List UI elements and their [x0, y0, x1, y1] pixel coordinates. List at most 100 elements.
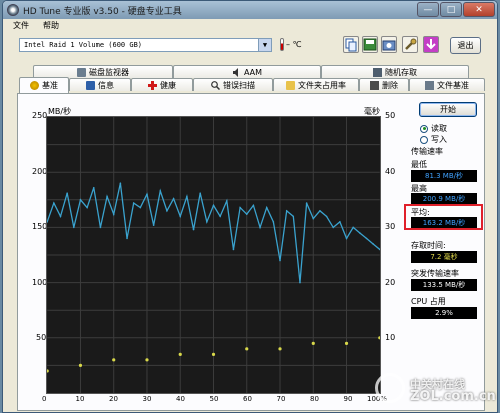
health-cross-icon	[148, 80, 157, 90]
toolbar: Intel Raid 1 Volume (600 GB) ▼ – ℃ 退出	[3, 32, 497, 54]
transfer-rate-point	[272, 221, 275, 223]
thermometer-icon	[280, 38, 284, 51]
exit-button[interactable]: 退出	[450, 37, 481, 54]
drive-select-value: Intel Raid 1 Volume (600 GB)	[24, 41, 143, 49]
avg-highlight-box	[404, 204, 483, 230]
screenshot-button[interactable]	[381, 36, 397, 53]
x-tick: 40	[176, 395, 185, 403]
access-time-point	[112, 358, 116, 362]
copy-button[interactable]	[343, 36, 359, 53]
tab-benchmark[interactable]: 基准	[19, 77, 69, 93]
transfer-rate-point	[319, 210, 321, 212]
tab-aam[interactable]: AAM	[173, 65, 321, 78]
radio-read-dot[interactable]	[420, 124, 428, 133]
speaker-icon	[232, 67, 241, 77]
transfer-rate-point	[279, 259, 281, 262]
tab-health-label: 健康	[160, 80, 176, 90]
transfer-rate-point	[206, 221, 208, 223]
transfer-rate-point	[325, 215, 328, 218]
minimize-button[interactable]: —	[417, 2, 439, 17]
transfer-rate-point	[79, 199, 82, 201]
tab-erase[interactable]: 删除	[359, 78, 409, 91]
menu-bar: 文件 帮助	[3, 19, 497, 32]
copy-icon	[345, 38, 357, 52]
transfer-rate-point	[106, 195, 108, 198]
transfer-rate-point	[59, 215, 62, 218]
window-title: HD Tune 专业版 v3.50 - 硬盘专业工具	[23, 6, 182, 17]
transfer-rate-point	[345, 237, 348, 240]
transfer-rate-point	[152, 224, 155, 227]
transfer-rate-point	[299, 281, 301, 284]
transfer-rate-point	[73, 226, 75, 229]
x-tick: 80	[310, 395, 319, 403]
options-button[interactable]	[402, 36, 418, 53]
tab-info[interactable]: 信息	[69, 78, 131, 91]
chevron-down-icon[interactable]: ▼	[258, 39, 271, 51]
transfer-rate-point	[86, 206, 88, 209]
cpu-usage-label: CPU 占用	[411, 297, 446, 306]
transfer-rate-point	[159, 190, 162, 192]
transfer-rate-point	[305, 202, 308, 204]
watermark-logo	[375, 373, 405, 403]
tab-benchmark-label: 基准	[42, 81, 58, 90]
random-access-icon	[373, 67, 382, 77]
y-right-tick: 30	[385, 222, 396, 232]
transfer-rate-point	[112, 213, 115, 215]
transfer-rate-point	[359, 232, 361, 234]
transfer-rate-label: 传输速率	[411, 147, 443, 156]
tab-folder-usage[interactable]: 文件夹占用率	[273, 78, 359, 91]
tab-health[interactable]: 健康	[131, 78, 193, 91]
access-time-value: 7.2 毫秒	[411, 251, 477, 263]
radio-write[interactable]: 写入	[420, 134, 447, 145]
info-icon	[86, 80, 95, 90]
transfer-rate-point	[245, 213, 248, 215]
transfer-rate-point	[332, 226, 335, 229]
transfer-rate-point	[379, 248, 380, 251]
tab-error-scan[interactable]: 错误扫描	[193, 78, 273, 91]
tab-folder-usage-label: 文件夹占用率	[298, 80, 346, 90]
transfer-rate-point	[265, 206, 268, 209]
magnifier-icon	[211, 80, 221, 90]
menu-help[interactable]: 帮助	[43, 20, 59, 31]
transfer-rate-point	[126, 237, 128, 240]
transfer-rate-point	[226, 200, 228, 202]
transfer-rate-point	[212, 204, 215, 207]
watermark-line2: ZOL.com.cn	[410, 389, 496, 404]
start-button[interactable]: 开始	[419, 102, 477, 117]
burst-rate-value: 133.5 MB/秒	[411, 279, 477, 291]
download-button[interactable]	[423, 36, 439, 53]
access-time-point	[178, 352, 182, 356]
drive-select[interactable]: Intel Raid 1 Volume (600 GB) ▼	[19, 38, 272, 52]
x-tick: 60	[243, 395, 252, 403]
transfer-rate-point	[292, 215, 295, 218]
x-tick: 10	[75, 395, 85, 403]
transfer-rate-point	[219, 215, 221, 218]
close-button[interactable]: ✕	[463, 2, 495, 17]
transfer-rate-point	[192, 228, 195, 231]
y-right-tick: 40	[385, 166, 396, 176]
access-time-point	[344, 341, 349, 345]
save-button[interactable]	[362, 36, 378, 53]
transfer-rate-point	[53, 202, 55, 204]
y-right-tick: 50	[385, 111, 396, 120]
tab-row-top: 磁盘监视器 AAM 随机存取	[17, 65, 485, 78]
tab-info-label: 信息	[98, 80, 114, 90]
transfer-rate-point	[132, 202, 135, 204]
transfer-rate-point	[372, 243, 374, 245]
min-label: 最低	[411, 160, 427, 169]
transfer-rate-point	[232, 248, 235, 251]
tab-random-access[interactable]: 随机存取	[321, 65, 469, 78]
tab-file-benchmark[interactable]: 文件基准	[409, 78, 485, 91]
radio-read[interactable]: 读取	[420, 123, 447, 134]
maximize-button[interactable]: □	[440, 2, 462, 17]
radio-write-dot[interactable]	[420, 135, 428, 144]
x-tick: 0	[42, 395, 47, 403]
title-bar[interactable]: HD Tune 专业版 v3.50 - 硬盘专业工具 — □ ✕	[3, 1, 497, 19]
menu-file[interactable]: 文件	[13, 20, 29, 31]
radio-write-label: 写入	[431, 135, 447, 144]
tab-row-bottom: 基准 信息 健康 错误扫描 文件夹占用率 删除 文件基准	[17, 77, 485, 93]
tab-file-benchmark-label: 文件基准	[437, 80, 469, 90]
wrench-icon	[405, 38, 417, 50]
transfer-rate-point	[199, 192, 201, 194]
tab-random-access-label: 随机存取	[385, 67, 417, 77]
